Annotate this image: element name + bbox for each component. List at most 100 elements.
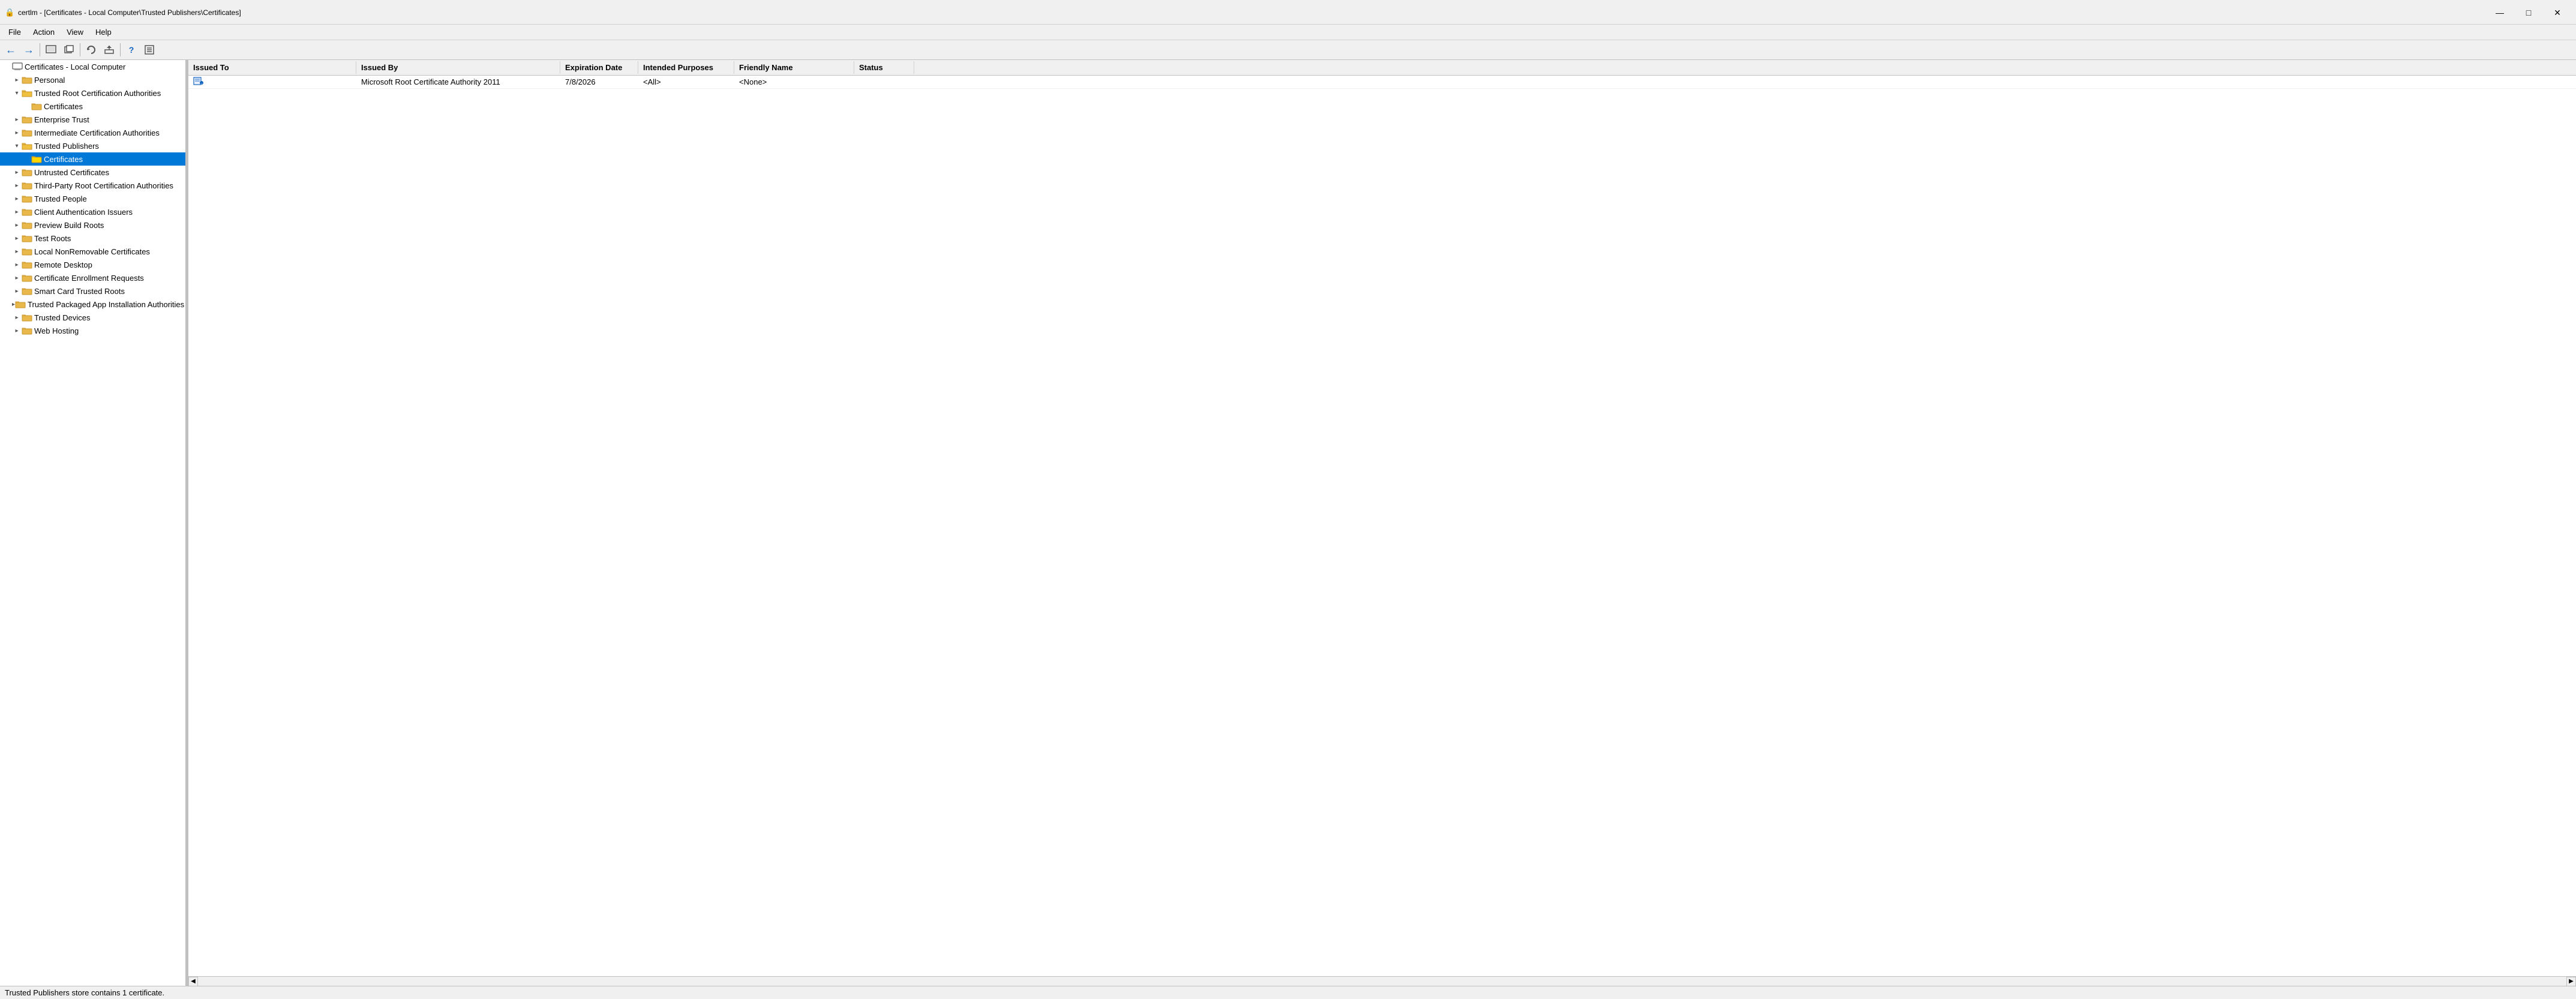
tree-label: Web Hosting	[34, 326, 79, 335]
tree-item-intermediate[interactable]: ▸ Intermediate Certification Authorities	[0, 126, 185, 139]
col-header-status[interactable]: Status	[854, 61, 914, 74]
tree-item-test-roots[interactable]: ▸ Test Roots	[0, 232, 185, 245]
title-bar-left: 🔒 certlm - [Certificates - Local Compute…	[5, 8, 241, 17]
tree-label: Intermediate Certification Authorities	[34, 128, 160, 137]
tree-item-third-party[interactable]: ▸ Third-Party Root Certification Authori…	[0, 179, 185, 192]
tree-item-trusted-publishers[interactable]: ▾ Trusted Publishers	[0, 139, 185, 152]
folder-icon	[22, 76, 32, 84]
table-row[interactable]: ✓ Microsoft Root Certificate Authority 20…	[188, 76, 2576, 89]
minimize-button[interactable]: —	[2486, 4, 2514, 22]
tree-label: Enterprise Trust	[34, 115, 89, 124]
folder-icon	[22, 181, 32, 190]
tree-item-cert-enrollment[interactable]: ▸ Certificate Enrollment Requests	[0, 271, 185, 284]
tree-expand-icon[interactable]: ▸	[12, 222, 22, 229]
col-header-issued-by[interactable]: Issued By	[356, 61, 560, 74]
folder-icon	[22, 168, 32, 176]
scroll-left-button[interactable]: ◀	[188, 977, 198, 986]
help-button[interactable]: ?	[123, 42, 140, 58]
tree-expand-icon[interactable]: ▸	[12, 275, 22, 281]
properties-icon	[145, 45, 154, 55]
tree-expand-icon[interactable]: ▸	[12, 248, 22, 255]
folder-icon	[22, 274, 32, 282]
tree-expand-icon[interactable]: ▸	[12, 288, 22, 295]
col-header-friendly-name[interactable]: Friendly Name	[734, 61, 854, 74]
tree-item-trusted-devices[interactable]: ▸ Trusted Devices	[0, 311, 185, 324]
tree-item-untrusted[interactable]: ▸ Untrusted Certificates	[0, 166, 185, 179]
tree-expand-icon[interactable]: ▸	[12, 209, 22, 215]
tree-item-trusted-root[interactable]: ▾ Trusted Root Certification Authorities	[0, 86, 185, 100]
certificate-icon: ✓	[193, 77, 204, 87]
back-button[interactable]: ←	[2, 42, 19, 58]
forward-button[interactable]: →	[20, 42, 37, 58]
refresh-button[interactable]	[83, 42, 100, 58]
console-icon	[46, 45, 56, 55]
title-bar-text: certlm - [Certificates - Local Computer\…	[18, 8, 241, 17]
tree-label: Third-Party Root Certification Authoriti…	[34, 181, 173, 190]
folder-icon	[22, 208, 32, 216]
tree-expand-icon[interactable]: ▸	[12, 116, 22, 123]
title-bar: 🔒 certlm - [Certificates - Local Compute…	[0, 0, 2576, 25]
properties-button[interactable]	[141, 42, 158, 58]
show-hide-console-button[interactable]	[43, 42, 59, 58]
tree-expand-icon[interactable]: ▸	[12, 77, 22, 83]
tree-item-enterprise-trust[interactable]: ▸ Enterprise Trust	[0, 113, 185, 126]
tree-item-web-hosting[interactable]: ▸ Web Hosting	[0, 324, 185, 337]
tree-item-preview-build[interactable]: ▸ Preview Build Roots	[0, 218, 185, 232]
col-header-intended-purposes[interactable]: Intended Purposes	[638, 61, 734, 74]
tree-label: Untrusted Certificates	[34, 168, 109, 177]
scroll-right-button[interactable]: ▶	[2566, 977, 2576, 986]
tree-label: Trusted Devices	[34, 313, 90, 322]
tree-label: Remote Desktop	[34, 260, 92, 269]
cell-issued-to: ✓	[188, 76, 356, 88]
tree-expand-icon[interactable]: ▸	[12, 182, 22, 189]
export-button[interactable]	[101, 42, 118, 58]
right-pane: Issued ToIssued ByExpiration DateIntende…	[188, 60, 2576, 986]
tree-label: Smart Card Trusted Roots	[34, 287, 125, 296]
tree-item-client-auth[interactable]: ▸ Client Authentication Issuers	[0, 205, 185, 218]
maximize-button[interactable]: □	[2515, 4, 2542, 22]
toolbar: ← → ?	[0, 40, 2576, 60]
tree-label: Trusted Packaged App Installation Author…	[28, 300, 184, 309]
menu-file[interactable]: File	[2, 26, 27, 38]
tree-item-personal[interactable]: ▸ Personal	[0, 73, 185, 86]
tree-expand-icon[interactable]: ▸	[12, 130, 22, 136]
tree-item-trusted-packaged[interactable]: ▸ Trusted Packaged App Installation Auth…	[0, 298, 185, 311]
tree-item-local-nonremovable[interactable]: ▸ Local NonRemovable Certificates	[0, 245, 185, 258]
scroll-track[interactable]	[198, 977, 2566, 986]
tree-expand-icon[interactable]: ▸	[12, 235, 22, 242]
tree-label: Personal	[34, 76, 65, 85]
tree-label: Local NonRemovable Certificates	[34, 247, 150, 256]
tree-expand-icon[interactable]: ▸	[12, 314, 22, 321]
cell-expiration-date: 7/8/2026	[560, 76, 638, 88]
tree-expand-icon[interactable]: ▸	[12, 196, 22, 202]
tree-item-smart-card[interactable]: ▸ Smart Card Trusted Roots	[0, 284, 185, 298]
tree-item-root[interactable]: Certificates - Local Computer	[0, 60, 185, 73]
menu-help[interactable]: Help	[89, 26, 118, 38]
svg-text:✓: ✓	[201, 82, 203, 85]
menu-action[interactable]: Action	[27, 26, 61, 38]
new-window-button[interactable]	[61, 42, 77, 58]
tree-item-trusted-people[interactable]: ▸ Trusted People	[0, 192, 185, 205]
folder-icon	[22, 221, 32, 229]
status-bar: Trusted Publishers store contains 1 cert…	[0, 986, 2576, 999]
menu-view[interactable]: View	[61, 26, 89, 38]
cell-issued-by: Microsoft Root Certificate Authority 201…	[356, 76, 560, 88]
column-headers: Issued ToIssued ByExpiration DateIntende…	[188, 60, 2576, 76]
tree-expand-icon[interactable]: ▾	[12, 90, 22, 97]
tree-expand-icon[interactable]: ▸	[12, 262, 22, 268]
tree-expand-icon[interactable]: ▸	[12, 328, 22, 334]
horizontal-scrollbar[interactable]: ◀ ▶	[188, 976, 2576, 986]
tree-item-trusted-publishers-certs[interactable]: Certificates	[0, 152, 185, 166]
tree-item-trusted-root-certs[interactable]: Certificates	[0, 100, 185, 113]
refresh-icon	[86, 45, 96, 55]
tree-pane[interactable]: Certificates - Local Computer▸ Personal▾…	[0, 60, 186, 986]
col-header-issued-to[interactable]: Issued To	[188, 61, 356, 74]
tree-expand-icon[interactable]: ▾	[12, 143, 22, 149]
cell-intended-purposes: <All>	[638, 76, 734, 88]
tree-expand-icon[interactable]: ▸	[12, 169, 22, 176]
col-header-expiration-date[interactable]: Expiration Date	[560, 61, 638, 74]
data-area[interactable]: ✓ Microsoft Root Certificate Authority 20…	[188, 76, 2576, 976]
tree-item-remote-desktop[interactable]: ▸ Remote Desktop	[0, 258, 185, 271]
folder-icon	[31, 102, 42, 110]
close-button[interactable]: ✕	[2544, 4, 2571, 22]
